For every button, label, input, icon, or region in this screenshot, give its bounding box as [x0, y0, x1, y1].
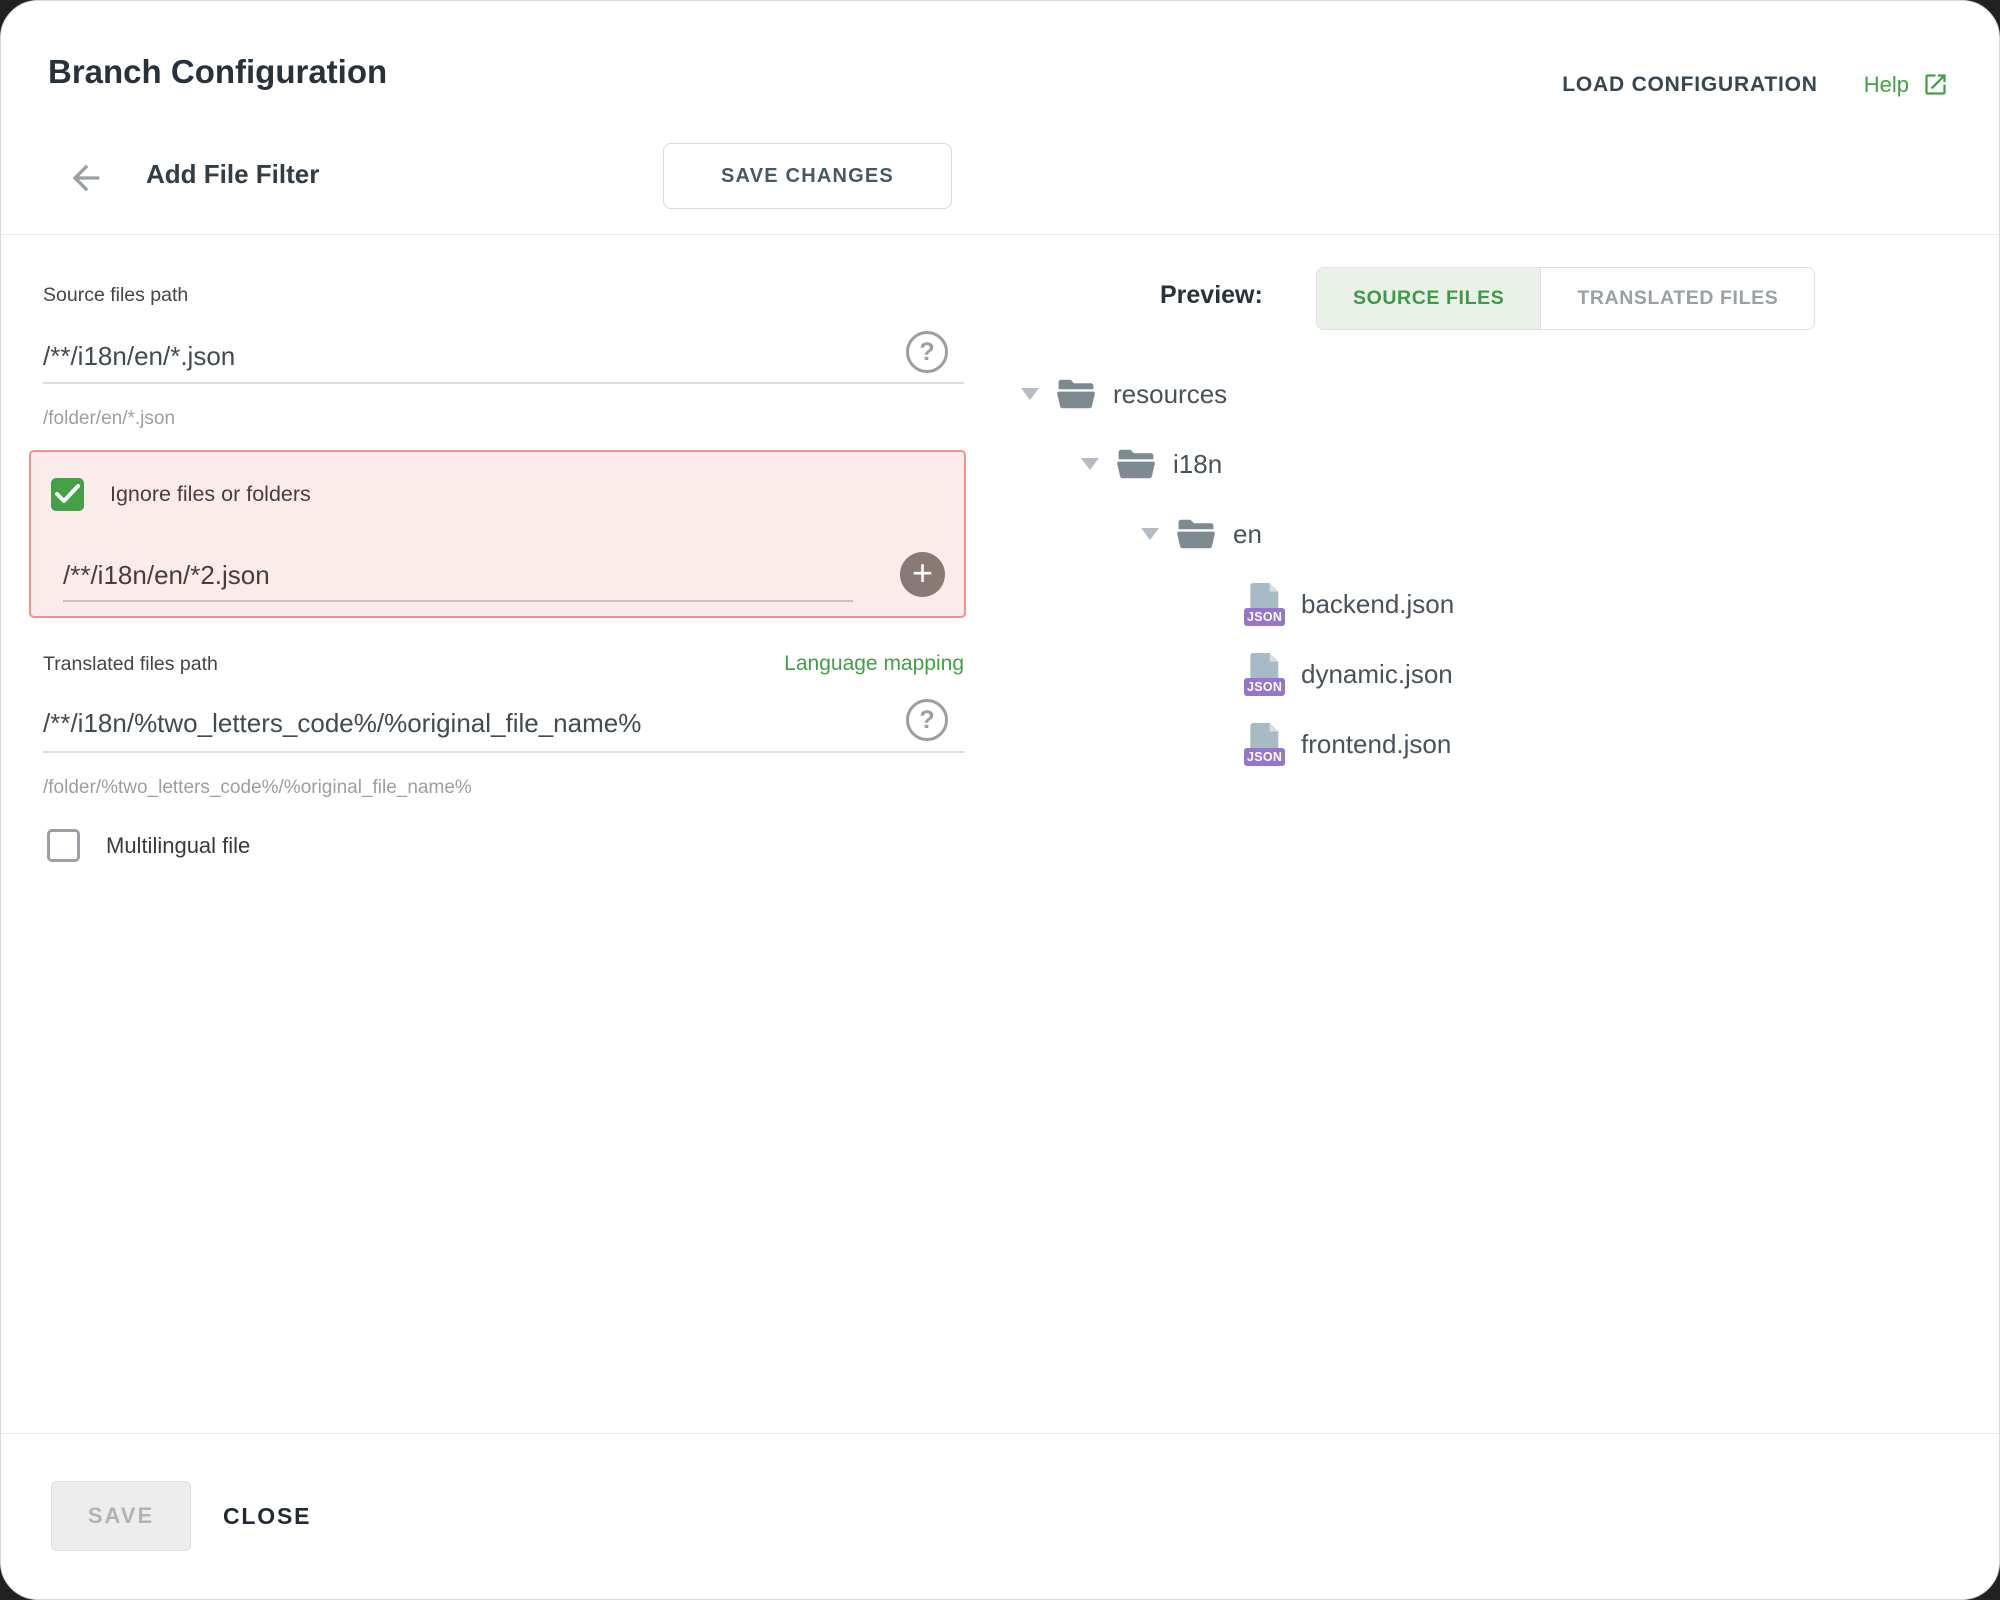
back-button[interactable]: [65, 157, 107, 199]
preview-label: Preview:: [1160, 281, 1263, 310]
json-file-icon: JSON: [1249, 722, 1285, 766]
ignore-pattern-input[interactable]: /**/i18n/en/*2.json: [63, 550, 270, 600]
tree-row-en[interactable]: en: [1141, 499, 1454, 569]
chevron-expander-triangle-icon[interactable]: [1141, 528, 1159, 540]
help-circle-icon[interactable]: ?: [906, 699, 948, 741]
subpage-title: Add File Filter: [146, 159, 319, 190]
multilingual-label: Multilingual file: [106, 833, 250, 859]
file-name: frontend.json: [1301, 729, 1451, 760]
multilingual-checkbox[interactable]: [47, 829, 80, 862]
tree-row-frontend.json[interactable]: JSON frontend.json: [1249, 709, 1454, 779]
json-file-icon: JSON: [1249, 582, 1285, 626]
preview-toggle: SOURCE FILES TRANSLATED FILES: [1316, 267, 1815, 330]
translated-files-header-row: Translated files path Language mapping: [43, 652, 964, 676]
header-divider: [1, 234, 1999, 235]
tree-row-backend.json[interactable]: JSON backend.json: [1249, 569, 1454, 639]
translated-files-path-hint: /folder/%two_letters_code%/%original_fil…: [43, 777, 472, 799]
source-input-underline: [43, 382, 964, 384]
json-badge: JSON: [1244, 678, 1285, 696]
save-changes-button[interactable]: SAVE CHANGES: [663, 143, 952, 209]
chevron-expander-triangle-icon[interactable]: [1081, 458, 1099, 470]
json-file-icon: JSON: [1249, 652, 1285, 696]
json-badge: JSON: [1244, 608, 1285, 626]
ignore-input-underline: [63, 600, 853, 602]
folder-name: en: [1233, 519, 1262, 550]
external-link-icon: [1922, 71, 1949, 98]
add-pattern-icon: +: [912, 555, 933, 591]
source-files-path-hint: /folder/en/*.json: [43, 408, 175, 430]
ignore-files-row: Ignore files or folders: [51, 478, 311, 511]
folder-name: resources: [1113, 379, 1227, 410]
multilingual-row: Multilingual file: [47, 829, 250, 862]
source-files-path-input[interactable]: /**/i18n/en/*.json: [43, 331, 903, 381]
folder-icon: [1177, 518, 1215, 550]
tree-row-dynamic.json[interactable]: JSON dynamic.json: [1249, 639, 1454, 709]
header-actions: LOAD CONFIGURATION Help: [1562, 71, 1949, 98]
ignore-files-label: Ignore files or folders: [110, 482, 311, 507]
folder-name: i18n: [1173, 449, 1222, 480]
branch-configuration-dialog: Branch Configuration LOAD CONFIGURATION …: [0, 0, 2000, 1600]
back-arrow-icon: [66, 158, 106, 198]
help-link[interactable]: Help: [1864, 71, 1949, 98]
checkbox-check-icon: [55, 484, 80, 504]
help-circle-icon[interactable]: ?: [906, 331, 948, 373]
file-name: dynamic.json: [1301, 659, 1453, 690]
translated-input-underline: [43, 751, 964, 753]
folder-icon: [1117, 448, 1155, 480]
add-ignore-pattern-button[interactable]: +: [900, 552, 945, 597]
save-button[interactable]: SAVE: [51, 1481, 191, 1551]
tree-row-i18n[interactable]: i18n: [1081, 429, 1454, 499]
translated-files-path-label: Translated files path: [43, 653, 218, 676]
json-badge: JSON: [1244, 748, 1285, 766]
tab-translated-files[interactable]: TRANSLATED FILES: [1540, 268, 1814, 329]
close-button[interactable]: CLOSE: [223, 1481, 311, 1551]
language-mapping-link[interactable]: Language mapping: [784, 652, 964, 676]
footer-divider: [1, 1433, 1999, 1434]
tab-source-files[interactable]: SOURCE FILES: [1317, 268, 1540, 329]
chevron-expander-triangle-icon[interactable]: [1021, 388, 1039, 400]
ignore-files-highlight-box: Ignore files or folders /**/i18n/en/*2.j…: [29, 450, 966, 618]
help-link-label: Help: [1864, 72, 1909, 98]
page-title: Branch Configuration: [48, 53, 387, 91]
source-files-path-label: Source files path: [43, 284, 188, 307]
load-configuration-button[interactable]: LOAD CONFIGURATION: [1562, 73, 1818, 97]
translated-files-path-input[interactable]: /**/i18n/%two_letters_code%/%original_fi…: [43, 698, 903, 748]
folder-icon: [1057, 378, 1095, 410]
tree-row-resources[interactable]: resources: [1021, 359, 1454, 429]
ignore-files-checkbox[interactable]: [51, 478, 84, 511]
file-name: backend.json: [1301, 589, 1454, 620]
file-tree: resources i18n en JSON backend.json JSON dynam…: [1021, 359, 1454, 779]
